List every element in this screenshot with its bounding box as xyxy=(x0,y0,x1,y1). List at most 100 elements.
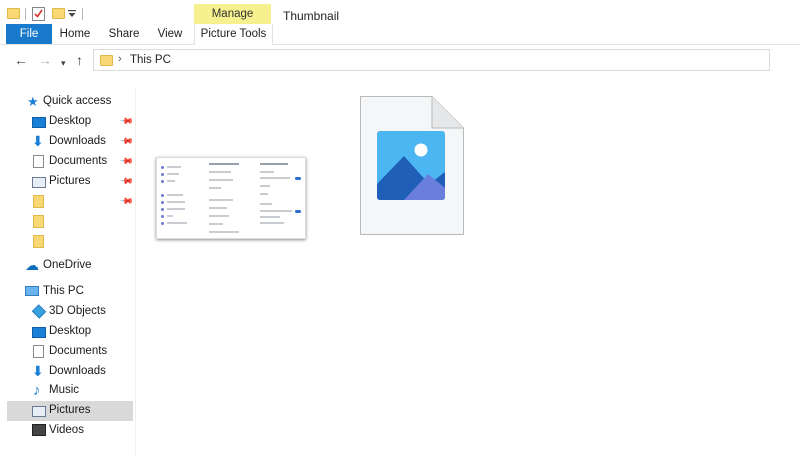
pin-icon: 📌 xyxy=(119,193,135,209)
nav-label: Videos xyxy=(49,424,84,436)
ribbon-tabs: File Home Share View Picture Tools xyxy=(0,24,800,45)
customize-toolbar-chevron-icon[interactable] xyxy=(68,10,76,18)
nav-quick-desktop[interactable]: Desktop 📌 xyxy=(7,112,134,132)
thumbnail-detail xyxy=(260,210,292,212)
nav-downloads[interactable]: ⬇ Downloads xyxy=(7,362,133,382)
nav-quick-folder[interactable]: 📌 xyxy=(7,192,135,212)
thumbnail-detail xyxy=(260,185,270,187)
cube-icon xyxy=(31,304,47,319)
folder-icon xyxy=(100,55,113,66)
nav-documents[interactable]: Documents xyxy=(7,342,133,362)
tab-file[interactable]: File xyxy=(6,24,52,44)
nav-videos[interactable]: Videos xyxy=(7,421,133,441)
thumbnail-detail xyxy=(161,194,164,197)
image-file-icon[interactable] xyxy=(360,96,464,235)
nav-desktop[interactable]: Desktop xyxy=(7,322,133,342)
thumbnail-detail xyxy=(167,194,183,196)
cloud-icon: ☁ xyxy=(25,257,39,273)
nav-label: Documents xyxy=(49,345,108,357)
nav-quick-documents[interactable]: Documents 📌 xyxy=(7,152,135,172)
thumbnail-detail xyxy=(161,201,164,204)
nav-label: Desktop xyxy=(49,115,92,127)
nav-label: This PC xyxy=(43,285,84,297)
thumbnail-detail xyxy=(167,180,175,182)
thumbnail-detail xyxy=(295,210,301,213)
navigation-pane: ★ Quick access Desktop 📌 ⬇ Downloads 📌 D… xyxy=(0,88,136,455)
new-folder-icon[interactable] xyxy=(52,8,65,19)
tab-picture-tools[interactable]: Picture Tools xyxy=(194,24,273,45)
download-icon: ⬇ xyxy=(32,363,44,379)
thumbnail-detail xyxy=(209,199,233,201)
tab-view[interactable]: View xyxy=(152,24,188,44)
pin-icon: 📌 xyxy=(119,153,135,169)
pin-icon: 📌 xyxy=(119,133,135,149)
star-icon: ★ xyxy=(27,94,39,109)
nav-label: Desktop xyxy=(49,325,92,337)
computer-icon xyxy=(25,286,39,296)
thumbnail-detail xyxy=(167,166,181,168)
folder-icon xyxy=(7,8,20,19)
download-icon: ⬇ xyxy=(32,133,44,149)
thumbnail-detail xyxy=(260,177,290,179)
nav-label: 3D Objects xyxy=(49,305,106,317)
thumbnail-detail xyxy=(161,173,164,176)
back-arrow-icon[interactable]: ← xyxy=(14,52,28,68)
thumbnail-detail xyxy=(209,171,231,173)
nav-this-pc[interactable]: This PC xyxy=(7,282,133,302)
music-icon: ♪ xyxy=(33,382,41,399)
tab-home[interactable]: Home xyxy=(56,24,94,44)
nav-music[interactable]: ♪ Music xyxy=(7,381,133,401)
thumbnail-detail xyxy=(260,193,268,195)
nav-quick-downloads[interactable]: ⬇ Downloads 📌 xyxy=(7,132,135,152)
thumbnail-detail xyxy=(161,166,164,169)
thumbnail-detail xyxy=(167,215,173,217)
folder-icon xyxy=(33,215,44,228)
divider xyxy=(82,8,83,20)
nav-label: Pictures xyxy=(49,404,91,416)
nav-pictures[interactable]: Pictures xyxy=(7,401,133,421)
pin-icon: 📌 xyxy=(119,173,135,189)
divider xyxy=(25,8,26,20)
nav-quick-access[interactable]: ★ Quick access xyxy=(7,92,133,112)
file-thumbnail-screenshot[interactable] xyxy=(156,157,306,239)
nav-quick-folder[interactable] xyxy=(7,212,133,232)
thumbnail-detail xyxy=(167,208,185,210)
address-bar[interactable]: › This PC xyxy=(93,49,770,71)
thumbnail-detail xyxy=(295,177,301,180)
video-icon xyxy=(32,424,46,436)
thumbnail-detail xyxy=(161,180,164,183)
title-bar: Manage Thumbnail xyxy=(0,0,800,26)
thumbnail-detail xyxy=(209,231,239,233)
thumbnail-detail xyxy=(260,203,272,205)
thumbnail-detail xyxy=(209,207,227,209)
nav-label: Documents xyxy=(49,155,108,167)
thumbnail-detail xyxy=(260,163,288,165)
properties-checkmark-icon[interactable] xyxy=(32,6,45,21)
forward-arrow-icon[interactable]: → xyxy=(38,52,52,68)
nav-label: Pictures xyxy=(49,175,91,187)
thumbnail-detail xyxy=(260,171,274,173)
nav-quick-pictures[interactable]: Pictures 📌 xyxy=(7,172,135,192)
nav-onedrive[interactable]: ☁ OneDrive xyxy=(7,256,133,276)
folder-icon xyxy=(33,235,44,248)
nav-label: Downloads xyxy=(49,365,106,377)
thumbnail-detail xyxy=(209,215,229,217)
manage-tab[interactable]: Manage xyxy=(194,4,271,26)
thumbnail-detail xyxy=(209,179,233,181)
nav-label: OneDrive xyxy=(43,259,92,271)
nav-3d-objects[interactable]: 3D Objects xyxy=(7,302,133,322)
recent-locations-chevron-icon[interactable]: ▾ xyxy=(61,55,66,71)
document-icon xyxy=(33,155,44,168)
thumbnail-detail xyxy=(161,222,164,225)
thumbnail-detail xyxy=(167,201,185,203)
thumbnail-detail xyxy=(161,208,164,211)
nav-quick-folder[interactable] xyxy=(7,232,133,252)
breadcrumb-this-pc[interactable]: This PC xyxy=(130,54,171,66)
up-arrow-icon[interactable]: ↑ xyxy=(76,52,83,68)
nav-label: Quick access xyxy=(43,95,112,107)
chevron-right-icon[interactable]: › xyxy=(118,53,122,65)
thumbnail-detail xyxy=(260,222,284,224)
window-title: Thumbnail xyxy=(283,9,340,23)
document-icon xyxy=(33,345,44,358)
tab-share[interactable]: Share xyxy=(104,24,144,44)
